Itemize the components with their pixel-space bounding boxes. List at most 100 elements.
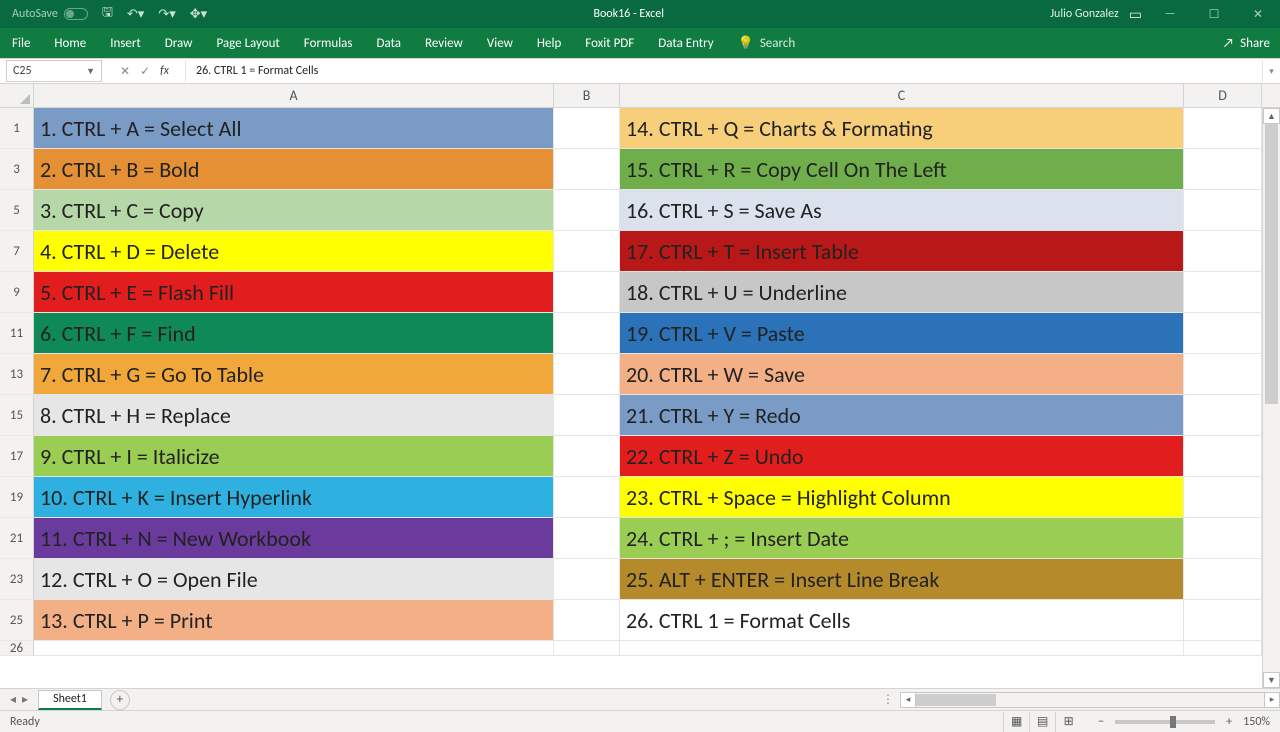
cell[interactable]: 7. CTRL + G = Go To Table xyxy=(34,354,554,395)
row-header[interactable]: 11 xyxy=(0,313,34,354)
row-header[interactable]: 26 xyxy=(0,641,34,656)
cell[interactable] xyxy=(554,354,620,395)
autosave-toggle[interactable]: AutoSave xyxy=(12,7,88,21)
prev-sheet-icon[interactable]: ◂ xyxy=(10,692,16,707)
row-header[interactable]: 5 xyxy=(0,190,34,231)
cell[interactable] xyxy=(554,395,620,436)
cell[interactable]: 14. CTRL + Q = Charts & Formating xyxy=(620,108,1184,149)
cell[interactable] xyxy=(554,518,620,559)
zoom-slider[interactable] xyxy=(1115,720,1215,724)
cell[interactable] xyxy=(1184,477,1262,518)
cell[interactable]: 25. ALT + ENTER = Insert Line Break xyxy=(620,559,1184,600)
cell[interactable]: 26. CTRL 1 = Format Cells xyxy=(620,600,1184,641)
cell[interactable] xyxy=(1184,190,1262,231)
scroll-thumb[interactable] xyxy=(1265,124,1278,404)
view-page-break-icon[interactable]: ⊞ xyxy=(1055,712,1081,732)
vertical-scrollbar[interactable]: ▲ ▼ xyxy=(1262,108,1280,688)
cell[interactable] xyxy=(620,641,1184,656)
expand-formula-bar-icon[interactable]: ▾ xyxy=(1262,60,1280,82)
next-sheet-icon[interactable]: ▸ xyxy=(22,692,28,707)
cell[interactable] xyxy=(554,436,620,477)
cell[interactable]: 5. CTRL + E = Flash Fill xyxy=(34,272,554,313)
cell[interactable]: 17. CTRL + T = Insert Table xyxy=(620,231,1184,272)
cell[interactable] xyxy=(1184,600,1262,641)
cell[interactable] xyxy=(554,190,620,231)
cell[interactable]: 16. CTRL + S = Save As xyxy=(620,190,1184,231)
cell[interactable] xyxy=(1184,108,1262,149)
sheet-tab-sheet1[interactable]: Sheet1 xyxy=(38,690,102,710)
cell[interactable]: 2. CTRL + B = Bold xyxy=(34,149,554,190)
cell[interactable] xyxy=(554,231,620,272)
row-header[interactable]: 25 xyxy=(0,600,34,641)
row-header[interactable]: 17 xyxy=(0,436,34,477)
cell[interactable]: 1. CTRL + A = Select All xyxy=(34,108,554,149)
tab-data-entry[interactable]: Data Entry xyxy=(646,28,725,58)
cell[interactable] xyxy=(554,108,620,149)
row-header[interactable]: 1 xyxy=(0,108,34,149)
tab-draw[interactable]: Draw xyxy=(153,28,205,58)
hscroll-thumb[interactable] xyxy=(916,694,996,706)
scroll-left-icon[interactable]: ◂ xyxy=(900,692,916,708)
column-header-c[interactable]: C xyxy=(620,84,1184,107)
tab-file[interactable]: File xyxy=(0,28,42,58)
cell[interactable] xyxy=(1184,272,1262,313)
tab-help[interactable]: Help xyxy=(525,28,573,58)
tab-view[interactable]: View xyxy=(475,28,525,58)
cell[interactable]: 18. CTRL + U = Underline xyxy=(620,272,1184,313)
tab-home[interactable]: Home xyxy=(42,28,98,58)
cell[interactable]: 21. CTRL + Y = Redo xyxy=(620,395,1184,436)
share-button[interactable]: ↗ Share xyxy=(1223,36,1270,51)
tab-review[interactable]: Review xyxy=(413,28,475,58)
cell[interactable] xyxy=(1184,149,1262,190)
insert-function-button[interactable]: fx xyxy=(160,64,169,78)
ribbon-options-icon[interactable]: ▭ xyxy=(1129,6,1142,23)
save-icon[interactable]: 🖫 xyxy=(102,3,113,25)
cell[interactable] xyxy=(1184,559,1262,600)
view-page-layout-icon[interactable]: ▤ xyxy=(1029,712,1055,732)
sheet-nav[interactable]: ◂▸ xyxy=(0,692,38,707)
cell[interactable] xyxy=(1184,395,1262,436)
cancel-icon[interactable]: ✕ xyxy=(120,64,130,79)
row-header[interactable]: 21 xyxy=(0,518,34,559)
cell[interactable]: 4. CTRL + D = Delete xyxy=(34,231,554,272)
cell[interactable] xyxy=(554,313,620,354)
scroll-right-icon[interactable]: ▸ xyxy=(1264,692,1280,708)
cell[interactable] xyxy=(1184,518,1262,559)
formula-input[interactable]: 26. CTRL 1 = Format Cells xyxy=(185,60,1262,82)
enter-icon[interactable]: ✓ xyxy=(140,64,150,79)
tell-me-search[interactable]: 💡 Search xyxy=(726,28,808,58)
cell[interactable] xyxy=(1184,231,1262,272)
scroll-up-icon[interactable]: ▲ xyxy=(1263,108,1280,124)
cell[interactable]: 6. CTRL + F = Find xyxy=(34,313,554,354)
undo-icon[interactable]: ↶▾ xyxy=(127,7,144,22)
tab-data[interactable]: Data xyxy=(365,28,414,58)
cell[interactable]: 13. CTRL + P = Print xyxy=(34,600,554,641)
scroll-down-icon[interactable]: ▼ xyxy=(1263,672,1280,688)
row-header[interactable]: 13 xyxy=(0,354,34,395)
row-header[interactable]: 9 xyxy=(0,272,34,313)
cell[interactable]: 11. CTRL + N = New Workbook xyxy=(34,518,554,559)
cell[interactable]: 15. CTRL + R = Copy Cell On The Left xyxy=(620,149,1184,190)
cell[interactable]: 24. CTRL + ; = Insert Date xyxy=(620,518,1184,559)
scroll-track[interactable] xyxy=(1263,124,1280,672)
row-header[interactable]: 19 xyxy=(0,477,34,518)
row-header[interactable]: 15 xyxy=(0,395,34,436)
select-all-triangle[interactable] xyxy=(0,84,34,107)
row-header[interactable]: 7 xyxy=(0,231,34,272)
touch-mode-icon[interactable]: ✥▾ xyxy=(190,7,207,22)
row-header[interactable]: 3 xyxy=(0,149,34,190)
cell[interactable] xyxy=(554,149,620,190)
zoom-out-button[interactable]: − xyxy=(1093,715,1109,729)
cell[interactable] xyxy=(554,477,620,518)
name-box[interactable]: C25 ▼ xyxy=(6,60,102,82)
new-sheet-button[interactable]: + xyxy=(110,690,130,710)
cell[interactable] xyxy=(554,600,620,641)
cell[interactable]: 12. CTRL + O = Open File xyxy=(34,559,554,600)
cell[interactable] xyxy=(554,559,620,600)
cell[interactable]: 9. CTRL + I = Italicize xyxy=(34,436,554,477)
row-header[interactable]: 23 xyxy=(0,559,34,600)
redo-icon[interactable]: ↷▾ xyxy=(158,7,175,22)
user-name[interactable]: Julio Gonzalez xyxy=(1050,7,1119,21)
cell[interactable] xyxy=(554,272,620,313)
column-header-d[interactable]: D xyxy=(1184,84,1262,107)
